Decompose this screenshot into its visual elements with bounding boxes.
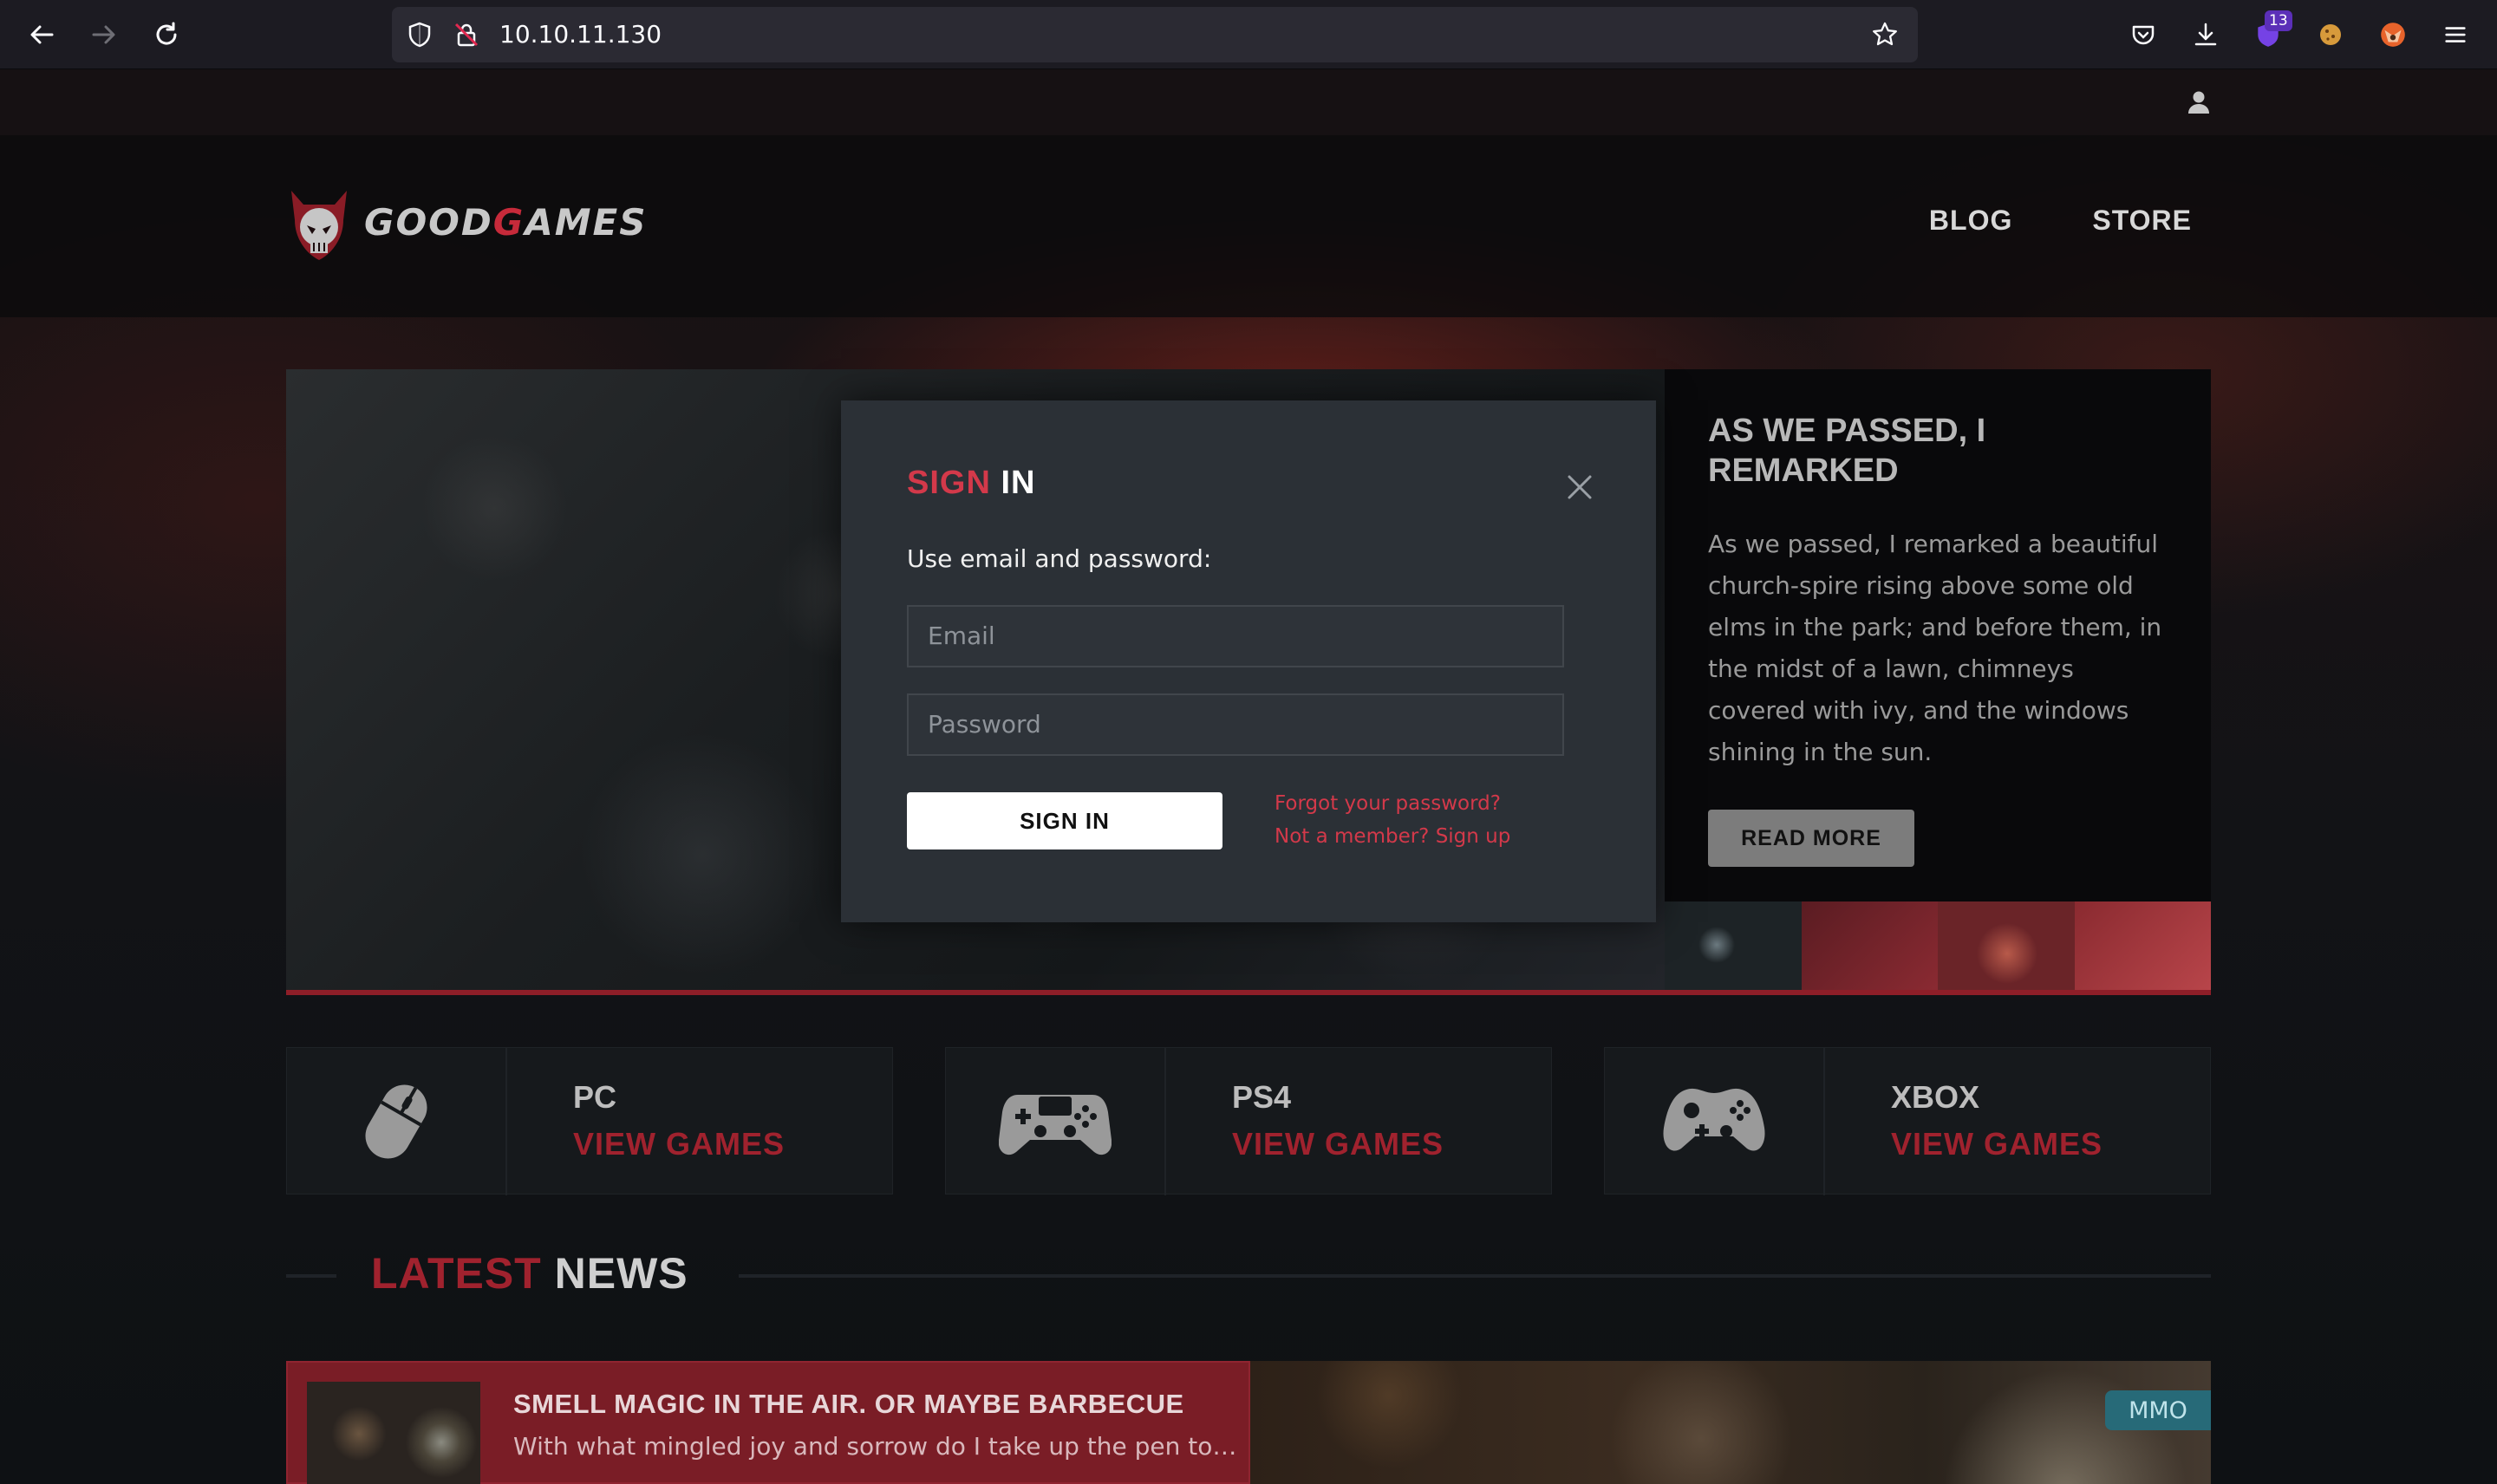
platform-name: XBOX <box>1891 1079 1980 1115</box>
platform-card-xbox[interactable]: XBOX VIEW GAMES <box>1604 1047 2211 1195</box>
slide-info-panel: AS WE PASSED, I REMARKED As we passed, I… <box>1665 369 2211 901</box>
forgot-password-link[interactable]: Forgot your password? <box>1275 792 1501 815</box>
cookie-icon <box>2320 24 2341 45</box>
platform-name: PS4 <box>1232 1079 1292 1115</box>
slide-text: As we passed, I remarked a beautiful chu… <box>1708 530 2162 766</box>
news-excerpt: With what mingled joy and sorrow do I ta… <box>513 1432 1242 1461</box>
extension-cookie-button[interactable] <box>2310 14 2351 55</box>
view-games-link[interactable]: VIEW GAMES <box>1891 1126 2103 1162</box>
modal-title-in: IN <box>1001 465 1036 501</box>
platform-card-ps4[interactable]: PS4 VIEW GAMES <box>945 1047 1552 1195</box>
arrow-right-icon <box>92 25 115 44</box>
news-featured-image[interactable] <box>1250 1361 2211 1484</box>
url-bar[interactable]: 10.10.11.130 <box>392 7 1918 62</box>
main-nav: BLOG STORE <box>1929 205 2192 237</box>
slide-thumb-1[interactable] <box>1665 901 1802 990</box>
platform-icon-box <box>946 1048 1166 1195</box>
site-logo[interactable]: GOODGAMES <box>284 186 645 269</box>
signin-button[interactable]: SIGN IN <box>907 792 1222 849</box>
mouse-icon <box>365 1084 427 1159</box>
download-icon <box>2194 23 2217 46</box>
close-icon[interactable] <box>1562 470 1597 504</box>
category-tag[interactable]: MMO <box>2105 1390 2211 1430</box>
signup-link[interactable]: Not a member? Sign up <box>1275 825 1510 848</box>
news-divider-right <box>739 1274 2211 1278</box>
insecure-lock-icon[interactable] <box>453 21 480 49</box>
logo-text: GOODGAMES <box>364 201 647 244</box>
latest-news-heading: LATEST NEWS <box>371 1248 688 1298</box>
slide-thumb-3[interactable] <box>1938 901 2075 990</box>
slider-bottom-border <box>286 990 2211 995</box>
slide-thumbnails <box>1665 901 2211 990</box>
news-heading-latest: LATEST <box>371 1249 542 1298</box>
url-text[interactable]: 10.10.11.130 <box>499 7 662 62</box>
ps4-controller-icon <box>999 1095 1112 1155</box>
logo-text-good: GOOD <box>364 201 493 244</box>
modal-title: SIGN IN <box>907 465 1035 502</box>
skull-logo-icon <box>291 191 347 260</box>
modal-title-sign: SIGN <box>907 465 991 501</box>
forward-button[interactable] <box>83 14 125 55</box>
view-games-link[interactable]: VIEW GAMES <box>1232 1126 1444 1162</box>
hamburger-menu-icon <box>2445 27 2466 42</box>
browser-toolbar: 10.10.11.130 13 <box>0 0 2497 69</box>
news-thumbnail[interactable] <box>307 1382 480 1484</box>
slide-thumb-4[interactable] <box>2074 901 2211 990</box>
reload-icon <box>156 22 177 45</box>
signin-modal: SIGN IN Use email and password: Email Pa… <box>841 400 1656 922</box>
user-account-icon[interactable] <box>2185 88 2213 116</box>
slide-thumb-2[interactable] <box>1801 901 1938 990</box>
logo-text-g: G <box>492 201 525 244</box>
read-more-button[interactable]: READ MORE <box>1708 810 1914 867</box>
news-title[interactable]: SMELL MAGIC IN THE AIR. OR MAYBE BARBECU… <box>513 1389 1184 1420</box>
shield-icon[interactable] <box>406 21 434 49</box>
arrow-left-icon <box>30 25 54 44</box>
extension-badge: 13 <box>2265 10 2292 31</box>
news-heading-news: NEWS <box>554 1249 688 1298</box>
menu-button[interactable] <box>2435 14 2476 55</box>
platform-icon-box <box>1605 1048 1825 1195</box>
logo-text-ames: AMES <box>525 201 648 244</box>
modal-subtitle: Use email and password: <box>907 544 1212 573</box>
platform-icon-box <box>287 1048 507 1195</box>
back-button[interactable] <box>21 14 62 55</box>
password-field[interactable]: Password <box>907 693 1564 756</box>
pocket-button[interactable] <box>2122 14 2164 55</box>
nav-blog[interactable]: BLOG <box>1929 205 2012 237</box>
news-divider-left <box>286 1274 336 1278</box>
view-games-link[interactable]: VIEW GAMES <box>573 1126 785 1162</box>
foxyproxy-icon <box>2381 23 2405 47</box>
reload-button[interactable] <box>146 14 187 55</box>
news-item[interactable]: SMELL MAGIC IN THE AIR. OR MAYBE BARBECU… <box>286 1361 1250 1484</box>
nav-store[interactable]: STORE <box>2092 205 2192 237</box>
xbox-controller-icon <box>1663 1088 1765 1151</box>
slide-title: AS WE PASSED, I REMARKED <box>1708 413 1986 489</box>
extension-foxy-button[interactable] <box>2372 14 2414 55</box>
platform-name: PC <box>573 1079 617 1115</box>
platform-card-pc[interactable]: PC VIEW GAMES <box>286 1047 893 1195</box>
pocket-icon <box>2132 25 2155 45</box>
bookmark-star-icon[interactable] <box>1871 21 1899 49</box>
downloads-button[interactable] <box>2185 14 2226 55</box>
email-field[interactable]: Email <box>907 605 1564 667</box>
top-strip <box>0 69 2497 135</box>
